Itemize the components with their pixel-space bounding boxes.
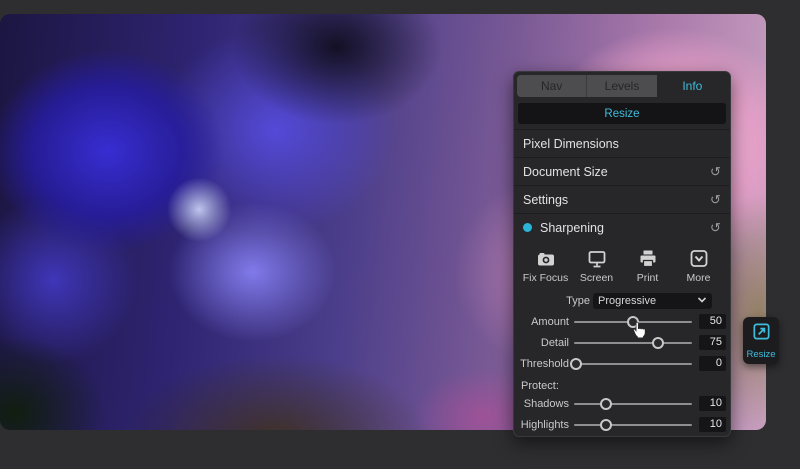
preset-screen[interactable]: Screen (571, 248, 622, 284)
slider-row-amount: Amount 50 (514, 311, 730, 332)
resize-tool-button[interactable]: Resize (743, 317, 779, 364)
monitor-icon (586, 248, 608, 270)
section-label: Pixel Dimensions (523, 137, 619, 151)
reset-icon[interactable]: ↻ (710, 193, 721, 206)
printer-icon (637, 248, 659, 270)
type-label: Type (514, 295, 590, 307)
sharpening-presets: Fix Focus Screen (514, 241, 730, 287)
panel-tabbar: Nav Levels Info (517, 75, 727, 97)
amount-slider[interactable] (574, 314, 692, 330)
slider-label: Threshold (514, 358, 569, 370)
tab-levels[interactable]: Levels (586, 75, 656, 97)
slider-row-detail: Detail 75 (514, 332, 730, 353)
resize-mode-button[interactable]: Resize (518, 103, 726, 124)
tab-info[interactable]: Info (657, 75, 727, 97)
slider-label: Detail (514, 337, 569, 349)
chevron-down-icon (697, 295, 707, 307)
type-row: Type Progressive (514, 292, 730, 309)
preset-label: More (687, 272, 711, 284)
resize-tool-label: Resize (746, 349, 775, 360)
type-dropdown-value: Progressive (598, 295, 697, 307)
detail-slider-handle[interactable] (652, 337, 664, 349)
protect-heading: Protect: (514, 374, 730, 393)
shadows-slider[interactable] (574, 396, 692, 412)
slider-row-highlights: Highlights 10 (514, 414, 730, 435)
app-window: Nav Levels Info Resize Pixel Dimensions … (0, 0, 800, 469)
detail-value[interactable]: 75 (699, 335, 726, 350)
preset-print[interactable]: Print (622, 248, 673, 284)
section-document-size[interactable]: Document Size ↻ (514, 158, 730, 186)
preset-fix-focus[interactable]: Fix Focus (520, 248, 571, 284)
preset-label: Screen (580, 272, 613, 284)
amount-value[interactable]: 50 (699, 314, 726, 329)
type-dropdown[interactable]: Progressive (593, 293, 712, 309)
reset-icon[interactable]: ↻ (710, 221, 721, 234)
slider-label: Amount (514, 316, 569, 328)
slider-label: Shadows (514, 398, 569, 410)
more-icon (688, 248, 710, 270)
hand-cursor-icon (630, 320, 647, 345)
preset-label: Print (637, 272, 659, 284)
threshold-value[interactable]: 0 (699, 356, 726, 371)
threshold-slider[interactable] (574, 356, 692, 372)
shadows-slider-handle[interactable] (600, 398, 612, 410)
preset-more[interactable]: More (673, 248, 724, 284)
section-sharpening[interactable]: Sharpening ↻ (514, 214, 730, 241)
tab-nav[interactable]: Nav (517, 75, 586, 97)
highlights-slider-handle[interactable] (600, 419, 612, 431)
preset-label: Fix Focus (523, 272, 569, 284)
slider-row-skin: Skin 0 (514, 435, 730, 437)
section-label: Document Size (523, 165, 608, 179)
shadows-value[interactable]: 10 (699, 396, 726, 411)
slider-track[interactable] (574, 403, 692, 405)
slider-row-shadows: Shadows 10 (514, 393, 730, 414)
slider-label: Highlights (514, 419, 569, 431)
info-panel: Nav Levels Info Resize Pixel Dimensions … (513, 71, 731, 437)
highlights-slider[interactable] (574, 417, 692, 433)
reset-icon[interactable]: ↻ (710, 165, 721, 178)
slider-row-threshold: Threshold 0 (514, 353, 730, 374)
threshold-slider-handle[interactable] (570, 358, 582, 370)
section-label: Sharpening (540, 221, 604, 235)
highlights-value[interactable]: 10 (699, 417, 726, 432)
section-label: Settings (523, 193, 568, 207)
slider-track[interactable] (574, 424, 692, 426)
section-list: Pixel Dimensions Document Size ↻ Setting… (514, 129, 730, 241)
section-settings[interactable]: Settings ↻ (514, 186, 730, 214)
section-pixel-dimensions[interactable]: Pixel Dimensions (514, 130, 730, 158)
resize-tool-icon (751, 321, 772, 347)
slider-track[interactable] (574, 363, 692, 365)
sharpening-enabled-dot[interactable] (523, 223, 532, 232)
camera-icon (535, 248, 557, 270)
